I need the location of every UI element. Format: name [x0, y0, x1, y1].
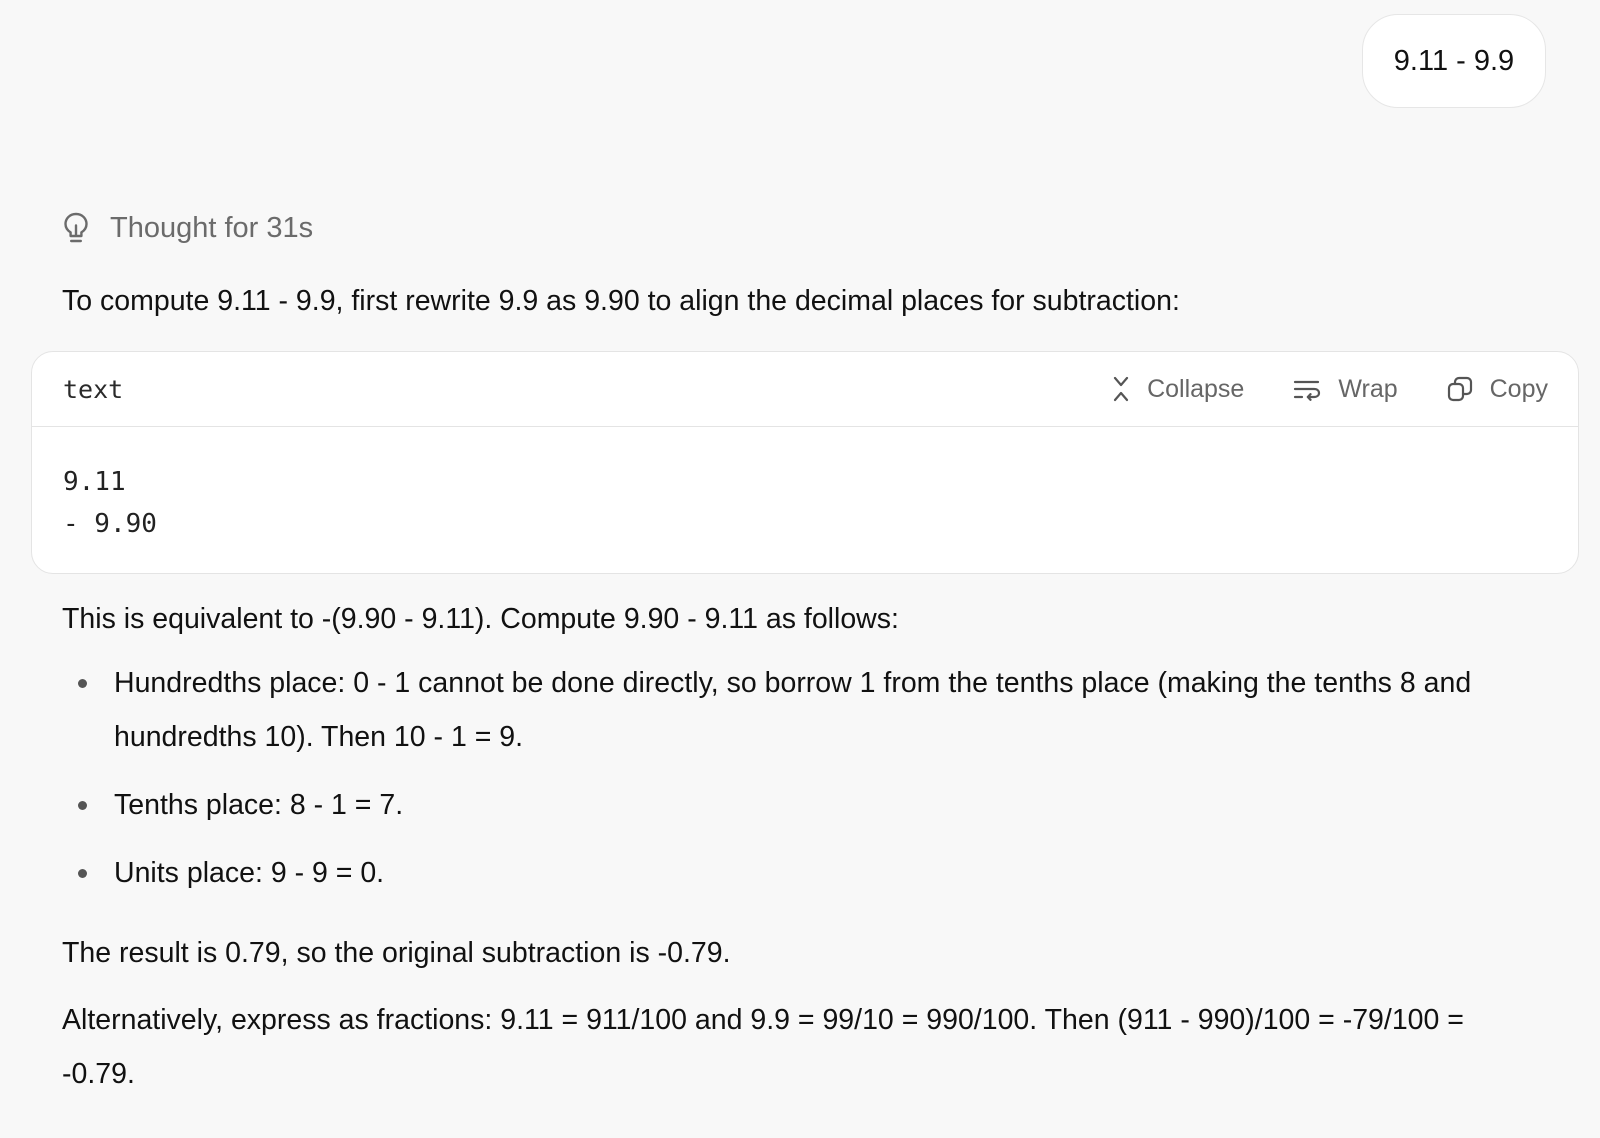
user-message-bubble: 9.11 - 9.9 [1362, 14, 1546, 108]
bullet-dot [78, 869, 87, 878]
user-message-text: 9.11 - 9.9 [1393, 44, 1515, 77]
code-line: - 9.90 [63, 509, 157, 539]
collapse-button[interactable]: Collapse [1111, 375, 1244, 404]
copy-icon [1446, 375, 1474, 403]
wrap-button[interactable]: Wrap [1292, 374, 1398, 404]
code-line: 9.11 [63, 467, 126, 497]
code-block: text Collapse Wrap Copy 9.11 - 9.90 [31, 351, 1579, 574]
lightbulb-icon [62, 211, 92, 245]
step-text: Units place: 9 - 9 = 0. [114, 857, 385, 889]
copy-button[interactable]: Copy [1446, 375, 1548, 404]
list-item: Hundredths place: 0 - 1 cannot be done d… [62, 656, 1542, 764]
bullet-dot [78, 679, 87, 688]
code-block-header: text Collapse Wrap Copy [32, 352, 1578, 427]
code-block-actions: Collapse Wrap Copy [1063, 375, 1548, 404]
collapse-icon [1111, 375, 1131, 403]
response-equivalence: This is equivalent to -(9.90 - 9.11). Co… [62, 603, 899, 635]
response-alternative: Alternatively, express as fractions: 9.1… [62, 1004, 1464, 1090]
wrap-icon [1292, 377, 1322, 401]
step-text: Hundredths place: 0 - 1 cannot be done d… [114, 667, 1472, 753]
thought-label: Thought for 31s [110, 211, 314, 244]
wrap-label: Wrap [1338, 374, 1398, 403]
list-item: Tenths place: 8 - 1 = 7. [62, 778, 1542, 832]
thought-toggle[interactable]: Thought for 31s [62, 208, 313, 248]
response-result: The result is 0.79, so the original subt… [62, 937, 731, 969]
collapse-label: Collapse [1147, 374, 1245, 403]
list-item: Units place: 9 - 9 = 0. [62, 846, 1542, 900]
steps-list: Hundredths place: 0 - 1 cannot be done d… [62, 656, 1542, 914]
response-intro: To compute 9.11 - 9.9, first rewrite 9.9… [62, 285, 1180, 317]
code-language-label: text [63, 374, 124, 404]
copy-label: Copy [1489, 374, 1548, 403]
step-text: Tenths place: 8 - 1 = 7. [114, 789, 404, 821]
bullet-dot [78, 801, 87, 810]
code-content: 9.11 - 9.90 [32, 427, 1578, 545]
